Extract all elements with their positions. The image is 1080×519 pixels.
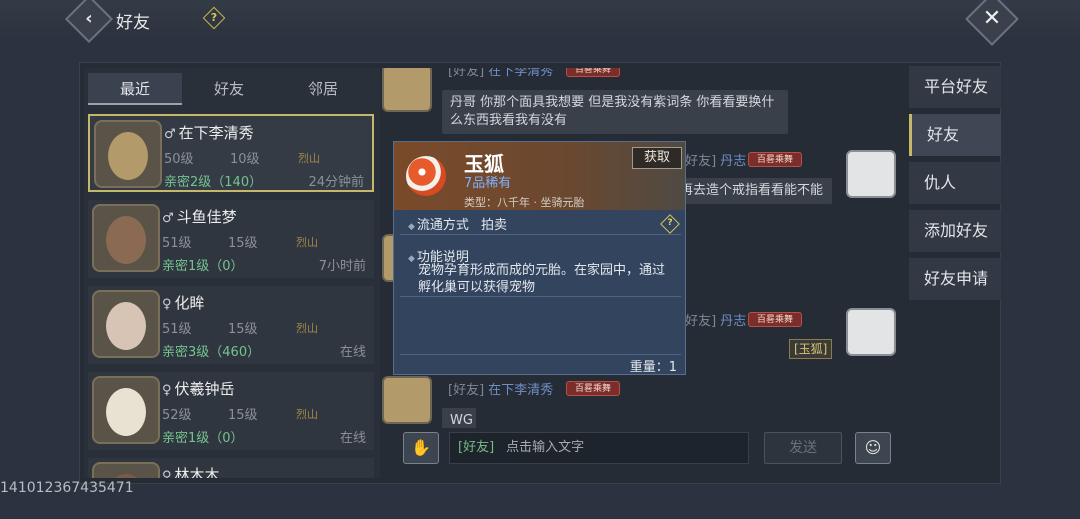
friend-intimacy: 亲密1级（0） <box>162 259 244 274</box>
divider <box>400 296 681 297</box>
avatar <box>92 462 160 478</box>
friend-clan: 烈山 <box>296 408 318 421</box>
tab-neighbors[interactable]: 邻居 <box>276 73 370 105</box>
avatar[interactable] <box>846 308 896 356</box>
friend-status: 在线 <box>339 345 366 360</box>
gender-icon: ♀ <box>162 469 172 478</box>
item-egg-icon <box>406 156 446 196</box>
friend-status: 在线 <box>339 431 366 446</box>
emoji-icon: ☺ <box>864 438 882 457</box>
friend-item[interactable]: ♂ 斗鱼佳梦 51级 15级 烈山 亲密1级（0） 7小时前 <box>88 200 374 278</box>
title-badge: 百晷乘舞 <box>748 312 803 327</box>
friend-name: 林木木 <box>174 466 220 478</box>
friend-intimacy: 亲密2级（140） <box>164 175 263 190</box>
friend-level: 50级 <box>164 152 194 167</box>
back-arrow-icon: ‹ <box>85 8 93 29</box>
menu-friend-requests[interactable]: 好友申请 <box>909 258 1001 300</box>
menu-enemies[interactable]: 仇人 <box>909 162 1001 204</box>
friend-clan: 烈山 <box>296 322 318 335</box>
friend-level-secondary: 10级 <box>230 152 260 167</box>
friend-name: 在下李清秀 <box>178 124 254 142</box>
friend-item[interactable]: ♀ 化眸 51级 15级 烈山 亲密3级（460） 在线 <box>88 286 374 364</box>
voice-button[interactable]: ✋ <box>403 432 439 464</box>
item-tooltip: 玉狐 7品稀有 类型：八千年 · 坐骑元胎 获取 ◆ 流通方式 拍卖 ? ◆ 功能说明… <box>393 141 686 375</box>
sender-name: 丹志 <box>720 314 747 329</box>
friend-name: 斗鱼佳梦 <box>176 208 237 226</box>
chat-input-bar: ✋ [好友] 点击输入文字 发送 ☺ <box>393 428 901 468</box>
item-type: 类型：八千年 · 坐骑元胎 <box>464 196 585 209</box>
emoji-button[interactable]: ☺ <box>855 432 891 464</box>
bullet-icon: ◆ <box>408 222 415 232</box>
function-description: 宠物孕育形成而成的元胎。在家园中，通过孵化巢可以获得宠物 <box>418 263 666 295</box>
menu-platform-friends[interactable]: 平台好友 <box>909 66 1001 108</box>
friend-level-secondary: 15级 <box>228 408 258 423</box>
avatar <box>92 204 160 272</box>
chat-input[interactable]: [好友] 点击输入文字 <box>449 432 749 464</box>
microphone-icon: ✋ <box>411 438 431 457</box>
friend-name: 化眸 <box>174 294 205 312</box>
title-badge: 百晷乘舞 <box>748 152 803 167</box>
friend-level: 51级 <box>162 236 192 251</box>
obtain-button[interactable]: 获取 <box>632 147 682 169</box>
chat-message: 丹哥 你那个面具我想要 但是我没有紫词条 你看看要换什么东西我看我有没有 <box>442 90 788 134</box>
gender-icon: ♂ <box>164 127 176 142</box>
friend-list-tabs: 最近 好友 邻居 <box>88 73 374 105</box>
sender-name: 在下李清秀 <box>488 383 554 398</box>
avatar[interactable] <box>382 68 432 112</box>
divider <box>400 354 681 355</box>
divider <box>400 234 681 235</box>
friend-intimacy: 亲密3级（460） <box>162 345 261 360</box>
friend-name: 伏羲钟岳 <box>174 380 235 398</box>
avatar[interactable] <box>382 376 432 424</box>
avatar[interactable] <box>846 150 896 198</box>
item-grade: 7品稀有 <box>464 176 512 191</box>
tab-friends[interactable]: 好友 <box>182 73 276 105</box>
send-button[interactable]: 发送 <box>764 432 842 464</box>
friend-clan: 烈山 <box>298 152 320 165</box>
item-link-chip[interactable]: [玉狐] <box>789 339 833 359</box>
gender-icon: ♀ <box>162 297 172 312</box>
friend-item[interactable]: ♀ 林木木 <box>88 458 374 478</box>
page-title: 好友 <box>116 13 150 33</box>
chat-message: 再去造个戒指看看能不能 <box>672 178 832 204</box>
trade-value: 拍卖 <box>480 218 507 233</box>
friend-level: 51级 <box>162 322 192 337</box>
avatar <box>94 120 162 188</box>
menu-add-friend[interactable]: 添加好友 <box>909 210 1001 252</box>
menu-friends[interactable]: 好友 <box>909 114 1001 156</box>
bullet-icon: ◆ <box>408 254 415 264</box>
input-placeholder: 点击输入文字 <box>506 440 585 455</box>
title-badge: 百晷乘舞 <box>566 381 621 396</box>
friend-status: 7小时前 <box>318 259 366 274</box>
channel-label: [好友] <box>458 440 495 455</box>
friend-level-secondary: 15级 <box>228 236 258 251</box>
trade-label: 流通方式 <box>416 218 469 233</box>
friend-intimacy: 亲密1级（0） <box>162 431 244 446</box>
close-icon: ✕ <box>982 5 1002 31</box>
player-id: 141012367435471 <box>0 480 134 496</box>
sender-name: 在下李清秀 <box>488 68 554 79</box>
item-weight: 重量：1 <box>629 360 677 375</box>
friend-item[interactable]: ♂ 在下李清秀 50级 10级 烈山 亲密2级（140） 24分钟前 <box>88 114 374 192</box>
avatar <box>92 376 160 444</box>
top-bar <box>0 0 1080 38</box>
friend-level: 52级 <box>162 408 192 423</box>
friend-level-secondary: 15级 <box>228 322 258 337</box>
gender-icon: ♀ <box>162 383 172 398</box>
avatar <box>92 290 160 358</box>
title-badge: 百晷乘舞 <box>566 68 621 77</box>
friend-item[interactable]: ♀ 伏羲钟岳 52级 15级 烈山 亲密1级（0） 在线 <box>88 372 374 450</box>
sender-name: 丹志 <box>720 154 747 169</box>
friend-status: 24分钟前 <box>308 175 364 190</box>
chat-message: WG <box>442 408 476 428</box>
tab-recent[interactable]: 最近 <box>88 73 182 105</box>
help-icon[interactable]: ? <box>660 214 680 234</box>
friend-clan: 烈山 <box>296 236 318 249</box>
gender-icon: ♂ <box>162 211 174 226</box>
